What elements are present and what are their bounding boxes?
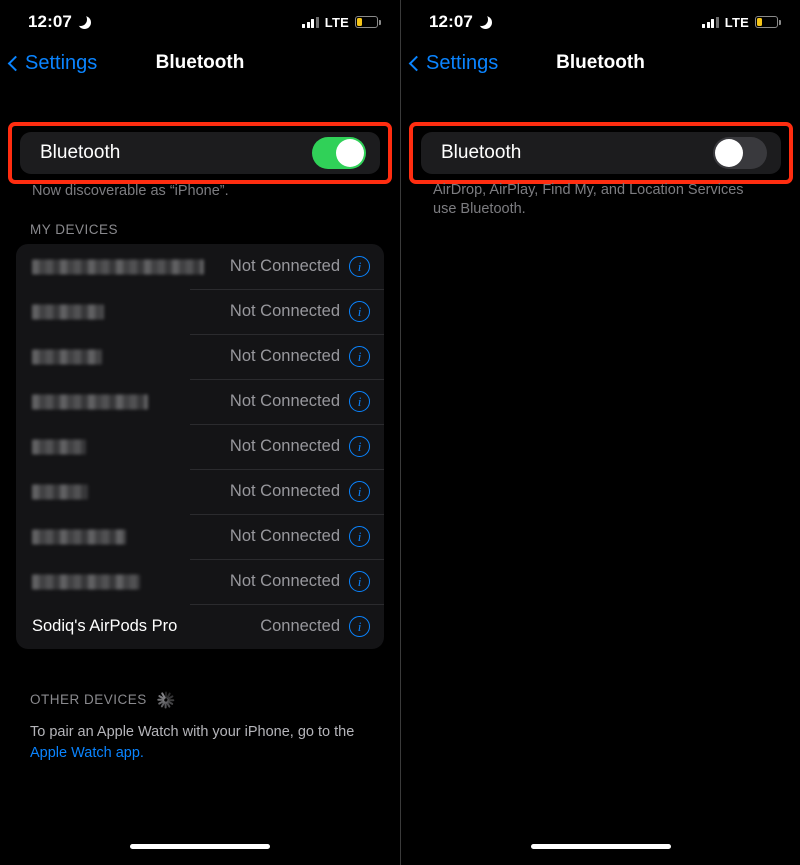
info-icon[interactable]: i [349, 571, 370, 592]
info-icon[interactable]: i [349, 301, 370, 322]
bluetooth-discoverable-note: Now discoverable as “iPhone”. [32, 183, 229, 199]
status-bar-right: LTE [702, 14, 781, 30]
device-status: Not Connected [229, 527, 340, 545]
bluetooth-toggle-row[interactable]: Bluetooth [20, 132, 380, 174]
redaction-block [32, 259, 204, 274]
device-row[interactable]: Not Connected i [16, 424, 384, 469]
device-status: Not Connected [229, 302, 340, 320]
page-title: Bluetooth [155, 52, 245, 73]
device-status: Not Connected [229, 257, 340, 275]
info-icon[interactable]: i [349, 346, 370, 367]
status-bar-right: LTE [302, 14, 381, 30]
pairing-note-text: To pair an Apple Watch with your iPhone,… [30, 724, 355, 740]
redaction-block [32, 394, 148, 409]
apple-watch-app-link[interactable]: Apple Watch app. [30, 745, 144, 761]
apple-watch-pairing-note: To pair an Apple Watch with your iPhone,… [30, 722, 370, 764]
status-bar: 12:07 LTE [401, 0, 800, 44]
carrier-label: LTE [724, 14, 749, 30]
info-icon[interactable]: i [349, 616, 370, 637]
home-indicator[interactable] [130, 844, 270, 849]
info-icon[interactable]: i [349, 436, 370, 457]
crescent-moon-icon [474, 12, 492, 29]
device-row[interactable]: Not Connected i [16, 379, 384, 424]
toggle-knob [715, 139, 743, 167]
dual-screenshot-stage: 12:07 LTE Settings Bluetooth Bluetooth N… [0, 0, 800, 865]
device-row[interactable]: Not Connected i [16, 334, 384, 379]
redaction-block [32, 349, 102, 364]
signal-bars-icon [702, 16, 719, 28]
status-bar: 12:07 LTE [0, 0, 400, 44]
phone-screen-bluetooth-off: 12:07 LTE Settings Bluetooth Bluetooth A… [400, 0, 800, 865]
status-bar-left: 12:07 [429, 12, 492, 32]
my-devices-section-header: MY DEVICES [30, 222, 119, 237]
status-time: 12:07 [28, 12, 72, 31]
bluetooth-services-note: AirDrop, AirPlay, Find My, and Location … [433, 182, 744, 217]
device-status: Not Connected [229, 482, 340, 500]
device-row[interactable]: Sodiq's AirPods Pro Connected i [16, 604, 384, 649]
battery-low-icon [355, 16, 381, 28]
device-row[interactable]: Not Connected i [16, 289, 384, 334]
navigation-bar: Settings Bluetooth [401, 52, 800, 92]
device-row[interactable]: Not Connected i [16, 244, 384, 289]
battery-low-icon [755, 16, 781, 28]
signal-bars-icon [302, 16, 319, 28]
status-bar-left: 12:07 [28, 12, 91, 32]
my-devices-list: Not Connected i Not Connected i Not Connecte… [16, 244, 384, 649]
device-name: Sodiq's AirPods Pro [32, 617, 178, 635]
bluetooth-toggle-row[interactable]: Bluetooth [421, 132, 781, 174]
toggle-knob [336, 139, 364, 167]
bluetooth-toggle-switch-on[interactable] [312, 137, 366, 169]
redaction-block [32, 439, 86, 454]
info-icon[interactable]: i [349, 391, 370, 412]
device-row[interactable]: Not Connected i [16, 559, 384, 604]
redaction-block [32, 484, 88, 499]
info-icon[interactable]: i [349, 526, 370, 547]
redaction-block [32, 574, 140, 589]
phone-screen-bluetooth-on: 12:07 LTE Settings Bluetooth Bluetooth N… [0, 0, 400, 865]
home-indicator[interactable] [530, 844, 671, 849]
bluetooth-row-label: Bluetooth [40, 142, 121, 163]
info-icon[interactable]: i [349, 481, 370, 502]
redaction-block [32, 304, 104, 319]
device-status: Not Connected [229, 572, 340, 590]
bluetooth-row-label: Bluetooth [441, 142, 522, 163]
crescent-moon-icon [73, 12, 91, 29]
other-devices-section-header: OTHER DEVICES [30, 691, 175, 708]
device-row[interactable]: Not Connected i [16, 469, 384, 514]
device-status: Not Connected [229, 347, 340, 365]
page-title: Bluetooth [556, 52, 645, 73]
carrier-label: LTE [324, 14, 349, 30]
device-status: Not Connected [229, 392, 340, 410]
device-status: Connected [260, 617, 340, 635]
redaction-block [32, 529, 126, 544]
bluetooth-toggle-highlight-box: Bluetooth [8, 122, 392, 184]
bluetooth-toggle-highlight-box: Bluetooth [409, 122, 793, 184]
info-icon[interactable]: i [349, 256, 370, 277]
status-time: 12:07 [429, 12, 473, 31]
navigation-bar: Settings Bluetooth [0, 52, 400, 92]
bluetooth-toggle-switch-off[interactable] [713, 137, 767, 169]
loading-spinner-icon [157, 691, 175, 708]
device-row[interactable]: Not Connected i [16, 514, 384, 559]
device-status: Not Connected [229, 437, 340, 455]
other-devices-label: OTHER DEVICES [30, 692, 147, 707]
